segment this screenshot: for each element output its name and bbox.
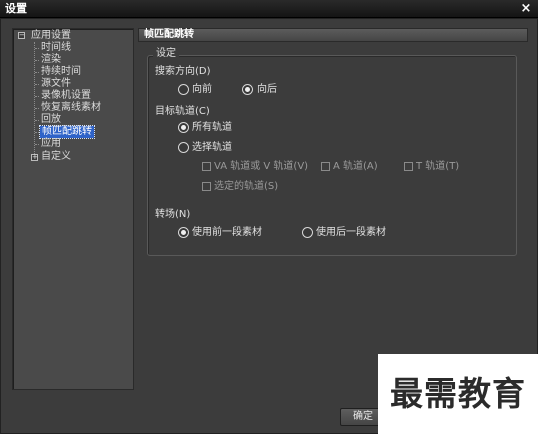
selected-tracks-label[interactable]: 选定的轨道(S): [214, 181, 278, 193]
tree-connector: [35, 96, 39, 97]
radio-backward[interactable]: [242, 84, 253, 95]
radio-all-tracks-label[interactable]: 所有轨道: [192, 122, 232, 134]
tree-item-app-settings[interactable]: 应用设置: [31, 30, 71, 42]
a-tracks-label[interactable]: A 轨道(A): [333, 161, 378, 173]
watermark-logo: 最需教育: [378, 354, 538, 434]
close-icon[interactable]: ×: [520, 0, 532, 18]
dialog-titlebar: 设置 ×: [0, 0, 538, 18]
radio-use-next-clip-label[interactable]: 使用后一段素材: [316, 227, 386, 239]
tree-item-playback[interactable]: 回放: [41, 114, 61, 126]
va-tracks-label[interactable]: VA 轨道或 V 轨道(V): [214, 161, 308, 173]
settings-tree[interactable]: − 应用设置 时间线 渲染 持续时间 源文件 录像机设置 恢复离线素材 回放 帧…: [12, 28, 134, 390]
tree-item-source-file[interactable]: 源文件: [41, 78, 71, 90]
tree-connector: [35, 108, 39, 109]
radio-backward-label[interactable]: 向后: [257, 84, 277, 96]
tree-item-restore-offline[interactable]: 恢复离线素材: [41, 102, 101, 114]
expand-icon[interactable]: +: [31, 154, 38, 161]
dialog-title: 设置: [5, 2, 27, 15]
transition-label: 转场(N): [155, 209, 191, 220]
tree-connector: [35, 120, 39, 121]
selected-tracks-checkbox[interactable]: [202, 182, 211, 191]
tree-connector: [35, 132, 39, 133]
collapse-icon[interactable]: −: [18, 32, 25, 39]
tree-item-render[interactable]: 渲染: [41, 54, 61, 66]
tree-connector: [35, 72, 39, 73]
radio-all-tracks[interactable]: [178, 122, 189, 133]
tree-connector: [35, 60, 39, 61]
radio-select-tracks[interactable]: [178, 142, 189, 153]
radio-use-previous-clip[interactable]: [178, 227, 189, 238]
tree-item-application[interactable]: 应用: [41, 138, 61, 150]
tree-item-custom[interactable]: 自定义: [41, 151, 71, 163]
tree-connector: [35, 48, 39, 49]
tree-item-deck-settings[interactable]: 录像机设置: [41, 90, 91, 102]
target-track-label: 目标轨道(C): [155, 106, 210, 117]
tree-connector: [35, 144, 39, 145]
va-tracks-checkbox[interactable]: [202, 162, 211, 171]
groupbox-title: 设定: [153, 48, 179, 60]
tree-connector: [35, 84, 39, 85]
a-tracks-checkbox[interactable]: [321, 162, 330, 171]
panel-title: 帧匹配跳转: [138, 28, 528, 42]
radio-use-previous-clip-label[interactable]: 使用前一段素材: [192, 227, 262, 239]
tree-item-duration[interactable]: 持续时间: [41, 66, 81, 78]
radio-use-next-clip[interactable]: [302, 227, 313, 238]
radio-select-tracks-label[interactable]: 选择轨道: [192, 142, 232, 154]
t-tracks-label[interactable]: T 轨道(T): [416, 161, 459, 173]
search-direction-label: 搜索方向(D): [155, 66, 211, 77]
radio-forward-label[interactable]: 向前: [192, 84, 212, 96]
tree-item-match-frame[interactable]: 帧匹配跳转: [39, 125, 95, 139]
t-tracks-checkbox[interactable]: [404, 162, 413, 171]
tree-item-timeline[interactable]: 时间线: [41, 42, 71, 54]
radio-forward[interactable]: [178, 84, 189, 95]
